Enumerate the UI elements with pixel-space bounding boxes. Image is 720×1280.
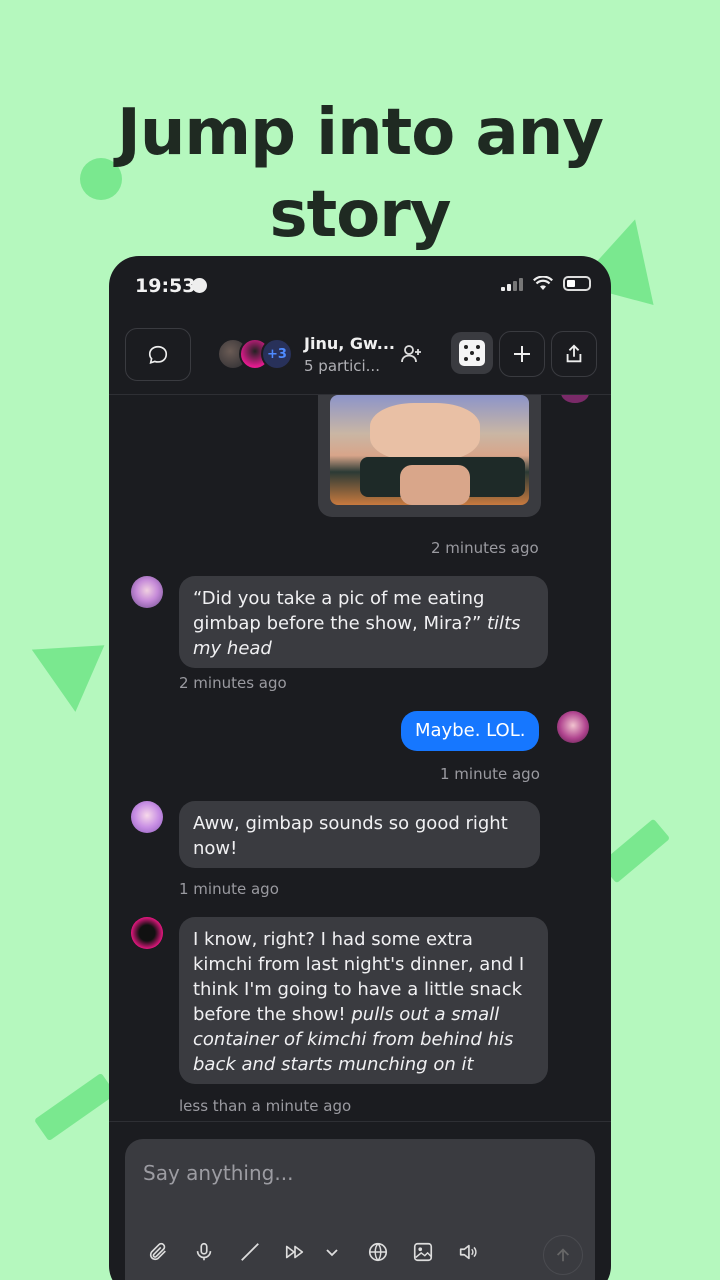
phone-screen: 19:53 +3 Jinu, Gw... 5 partici... 2 minu…	[109, 256, 611, 1280]
image-icon	[413, 1242, 433, 1262]
status-bar: 19:53	[109, 256, 611, 316]
add-user-icon[interactable]	[399, 342, 423, 366]
chat-header: +3 Jinu, Gw... 5 partici...	[109, 328, 611, 384]
dice-button[interactable]	[451, 332, 493, 374]
attach-button[interactable]	[145, 1239, 171, 1265]
decorative-bar	[33, 1072, 117, 1142]
chevron-down-icon	[326, 1249, 338, 1257]
message-list[interactable]: 2 minutes ago “Did you take a pic of me …	[109, 395, 611, 1121]
image-button[interactable]	[410, 1239, 436, 1265]
microphone-icon	[196, 1242, 212, 1261]
language-button[interactable]	[365, 1239, 391, 1265]
message-timestamp: 1 minute ago	[179, 880, 279, 898]
share-button[interactable]	[551, 331, 597, 377]
globe-icon	[368, 1242, 388, 1262]
avatar	[131, 801, 163, 833]
chat-title: Jinu, Gw...	[304, 334, 395, 353]
composer-toolbar	[145, 1239, 575, 1269]
avatar	[131, 576, 163, 608]
share-icon	[566, 344, 582, 363]
message-timestamp: 2 minutes ago	[431, 539, 539, 557]
message-bubble[interactable]: I know, right? I had some extra kimchi f…	[179, 917, 548, 1084]
message-composer[interactable]: Say anything...	[125, 1139, 595, 1280]
pen-icon	[241, 1243, 259, 1261]
microphone-button[interactable]	[191, 1239, 217, 1265]
plus-icon	[514, 346, 530, 362]
new-chat-button[interactable]	[499, 331, 545, 377]
paperclip-icon	[149, 1242, 166, 1261]
send-arrow-icon	[556, 1248, 570, 1262]
chat-bubble-icon	[148, 345, 168, 364]
status-icons	[501, 276, 591, 291]
pen-button[interactable]	[237, 1239, 263, 1265]
participant-avatars[interactable]: +3	[217, 338, 293, 372]
sound-button[interactable]	[455, 1239, 481, 1265]
avatar	[557, 711, 589, 743]
message-text: Maybe. LOL.	[415, 720, 526, 741]
message-text: Aww, gimbap sounds so good right now!	[193, 813, 508, 859]
avatar	[561, 395, 589, 403]
message-text: “Did you take a pic of me eating gimbap …	[193, 588, 485, 634]
message-bubble[interactable]: Aww, gimbap sounds so good right now!	[179, 801, 540, 868]
image-message[interactable]	[318, 395, 541, 517]
my-message-bubble[interactable]: Maybe. LOL.	[401, 711, 540, 751]
headline-line-2: story	[269, 178, 452, 252]
message-timestamp: less than a minute ago	[179, 1097, 352, 1115]
avatar	[131, 917, 163, 949]
speaker-icon	[459, 1244, 477, 1260]
send-button[interactable]	[543, 1235, 583, 1275]
composer-divider	[109, 1121, 611, 1122]
message-bubble[interactable]: “Did you take a pic of me eating gimbap …	[179, 576, 548, 668]
chats-button[interactable]	[125, 328, 191, 381]
message-timestamp: 2 minutes ago	[179, 674, 287, 692]
avatar-more-count: +3	[261, 338, 293, 370]
dice-icon	[459, 340, 485, 366]
cellular-signal-icon	[501, 277, 523, 291]
promo-headline: Jump into any story	[0, 92, 720, 256]
wifi-icon	[533, 276, 553, 290]
message-input[interactable]: Say anything...	[143, 1161, 293, 1185]
battery-icon	[563, 276, 591, 291]
fast-forward-button[interactable]	[282, 1239, 308, 1265]
message-timestamp: 1 minute ago	[440, 765, 540, 783]
participant-count: 5 partici...	[304, 357, 380, 375]
fast-forward-icon	[285, 1245, 304, 1259]
status-time: 19:53	[135, 275, 196, 297]
options-dropdown[interactable]	[319, 1239, 345, 1265]
headline-line-1: Jump into any	[117, 96, 604, 170]
smiley-icon	[192, 278, 207, 293]
message-image[interactable]	[330, 395, 529, 505]
chat-title-block[interactable]: Jinu, Gw... 5 partici...	[304, 334, 395, 375]
